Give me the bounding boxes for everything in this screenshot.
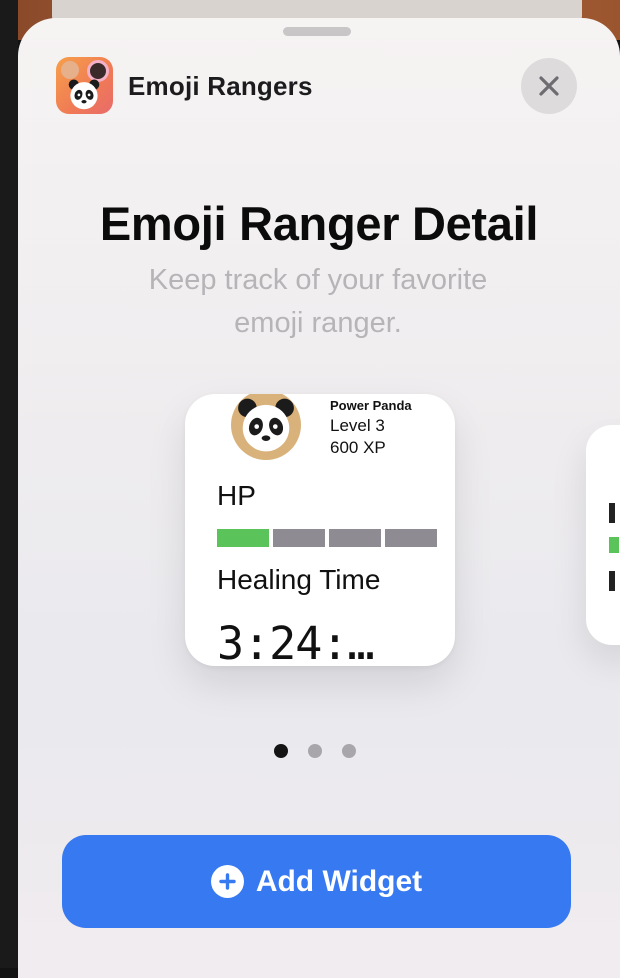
next-widget-hp-fragment bbox=[609, 537, 619, 553]
page-indicator[interactable] bbox=[274, 744, 356, 758]
widget-gallery-sheet: Emoji Rangers Emoji Ranger Detail Keep t… bbox=[18, 18, 620, 978]
hero-name: Power Panda bbox=[330, 398, 412, 413]
hp-segment-filled bbox=[217, 529, 269, 547]
add-widget-label: Add Widget bbox=[255, 864, 423, 898]
hp-label: HP bbox=[217, 480, 256, 511]
add-widget-button[interactable]: Add Widget bbox=[62, 835, 571, 928]
widget-description: Keep track of your favorite emoji ranger… bbox=[118, 259, 518, 345]
hp-segment-empty bbox=[385, 529, 437, 547]
widget-preview[interactable]: Power Panda Level 3 600 XP HP Healing Ti… bbox=[185, 394, 455, 666]
close-button[interactable] bbox=[521, 58, 577, 114]
plus-icon bbox=[219, 873, 236, 890]
background-edge bbox=[0, 0, 18, 968]
healing-label: Healing Time bbox=[217, 564, 381, 595]
app-icon bbox=[56, 57, 113, 114]
healing-timer: 3:24:… bbox=[217, 617, 375, 666]
sheet-grabber[interactable] bbox=[283, 27, 351, 36]
widget-description-line1: Keep track of your favorite bbox=[148, 264, 488, 296]
hero-xp: 600 XP bbox=[330, 438, 386, 457]
panda-icon bbox=[238, 398, 294, 452]
page-dot[interactable] bbox=[342, 744, 356, 758]
page-dot[interactable] bbox=[308, 744, 322, 758]
app-name: Emoji Rangers bbox=[128, 71, 313, 101]
page-dot[interactable] bbox=[274, 744, 288, 758]
hp-segment-empty bbox=[273, 529, 325, 547]
hp-bar bbox=[217, 529, 437, 547]
close-icon bbox=[539, 76, 559, 96]
hp-segment-empty bbox=[329, 529, 381, 547]
next-widget-preview[interactable] bbox=[586, 425, 620, 645]
next-widget-text-fragment bbox=[609, 571, 615, 591]
widget-title: Emoji Ranger Detail bbox=[99, 197, 539, 250]
panda-icon bbox=[68, 79, 100, 110]
next-widget-text-fragment bbox=[609, 503, 615, 523]
widget-description-line2: emoji ranger. bbox=[234, 307, 402, 339]
hero-level: Level 3 bbox=[330, 416, 385, 435]
plus-circle-icon bbox=[210, 865, 244, 898]
hero-avatar bbox=[231, 394, 301, 460]
